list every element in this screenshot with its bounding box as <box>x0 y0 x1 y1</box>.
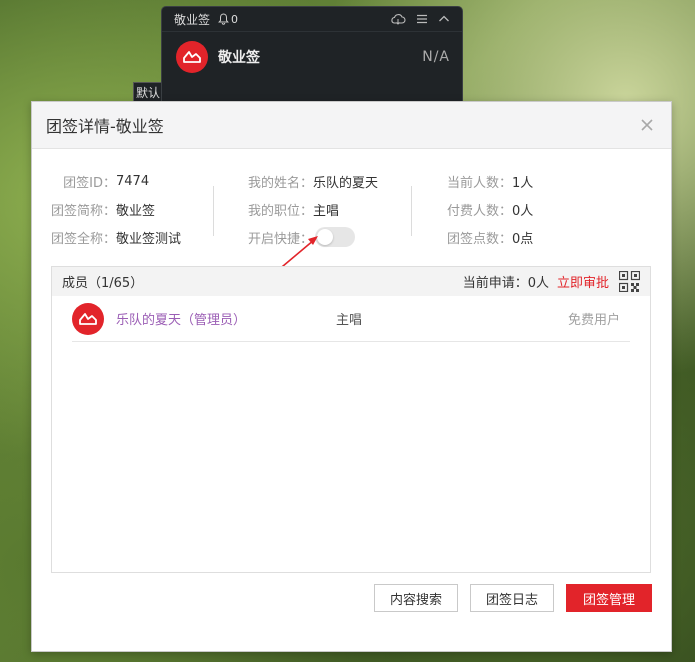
team-detail-dialog: 团签详情-敬业签 团签ID： 7474 团签简称： 敬业签 团签全称： 敬业签测试 我… <box>31 101 672 652</box>
team-full-name-row: 团签全称： 敬业签测试 <box>50 223 181 251</box>
team-id-row: 团签ID： 7474 <box>50 167 181 195</box>
bell-count: 0 <box>231 12 239 26</box>
team-id-label: 团签ID： <box>63 175 116 191</box>
info-column-stats: 当前人数： 1人 付费人数： 0人 团签点数： 0点 <box>443 167 533 251</box>
member-row[interactable]: 乐队的夏天（管理员） 主唱 免费用户 <box>72 296 630 342</box>
team-points-row: 团签点数： 0点 <box>443 223 533 251</box>
team-manage-button[interactable]: 团签管理 <box>566 584 652 612</box>
my-name-value: 乐队的夏天 <box>313 175 379 191</box>
dialog-title: 团签详情-敬业签 <box>46 117 164 136</box>
my-position-row: 我的职位： 主唱 <box>245 195 378 223</box>
pending-requests-label: 当前申请： <box>462 276 528 291</box>
my-position-label: 我的职位： <box>247 203 313 219</box>
widget-titlebar: 敬业签 0 <box>162 7 462 31</box>
team-points-label: 团签点数： <box>446 231 512 247</box>
app-logo-icon <box>176 41 208 73</box>
dialog-actions: 内容搜索 团签日志 团签管理 <box>374 584 652 612</box>
my-position-value: 主唱 <box>313 203 340 219</box>
qr-code-icon[interactable] <box>619 271 640 292</box>
dialog-header: 团签详情-敬业签 <box>32 102 671 149</box>
team-info-section: 团签ID： 7474 团签简称： 敬业签 团签全称： 敬业签测试 我的姓名： 乐队的夏天… <box>32 149 671 265</box>
close-icon[interactable] <box>637 113 657 137</box>
team-full-name-label: 团签全称： <box>50 231 116 247</box>
member-type: 免费用户 <box>567 313 620 328</box>
bell-icon <box>218 13 229 25</box>
current-members-row: 当前人数： 1人 <box>443 167 533 195</box>
menu-icon[interactable] <box>416 13 428 25</box>
member-avatar <box>72 302 104 335</box>
my-name-row: 我的姓名： 乐队的夏天 <box>245 167 378 195</box>
info-divider <box>411 186 412 236</box>
notification-bell[interactable]: 0 <box>218 13 238 26</box>
widget-note-row[interactable]: 敬业签 N/A <box>162 31 462 82</box>
team-short-name-value: 敬业签 <box>116 203 156 219</box>
widget-note-name: 敬业签 <box>218 50 260 66</box>
background-widget-window: 敬业签 0 敬业签 N/A <box>161 6 463 108</box>
current-members-value: 1人 <box>512 175 534 191</box>
cloud-sync-icon[interactable] <box>390 13 406 25</box>
team-log-button[interactable]: 团签日志 <box>470 584 554 612</box>
team-short-name-label: 团签简称： <box>50 203 116 219</box>
pending-requests: 当前申请：0人 <box>463 272 549 291</box>
approve-now-link[interactable]: 立即审批 <box>557 272 609 291</box>
member-role: 主唱 <box>336 313 363 328</box>
pending-requests-value: 0人 <box>527 276 549 291</box>
widget-note-status: N/A <box>422 49 450 65</box>
info-divider <box>213 186 214 236</box>
current-members-label: 当前人数： <box>446 175 512 191</box>
my-name-label: 我的姓名： <box>247 175 313 191</box>
member-name: 乐队的夏天（管理员） <box>116 313 247 328</box>
paid-members-value: 0人 <box>512 203 534 219</box>
paid-members-row: 付费人数： 0人 <box>443 195 533 223</box>
info-column-team: 团签ID： 7474 团签简称： 敬业签 团签全称： 敬业签测试 <box>50 167 181 251</box>
member-count: 成员（1/65） <box>62 276 144 291</box>
team-full-name-value: 敬业签测试 <box>116 231 182 247</box>
team-points-value: 0点 <box>512 231 534 247</box>
widget-title: 敬业签 <box>174 12 211 27</box>
team-short-name-row: 团签简称： 敬业签 <box>50 195 181 223</box>
members-panel: 成员（1/65） 当前申请：0人 立即审批 乐队的夏天（管理员） 主唱 免费用户 <box>51 266 651 573</box>
paid-members-label: 付费人数： <box>446 203 512 219</box>
team-id-value: 7474 <box>116 173 150 189</box>
collapse-icon[interactable] <box>438 13 450 25</box>
members-header: 成员（1/65） 当前申请：0人 立即审批 <box>52 267 650 296</box>
content-search-button[interactable]: 内容搜索 <box>374 584 458 612</box>
